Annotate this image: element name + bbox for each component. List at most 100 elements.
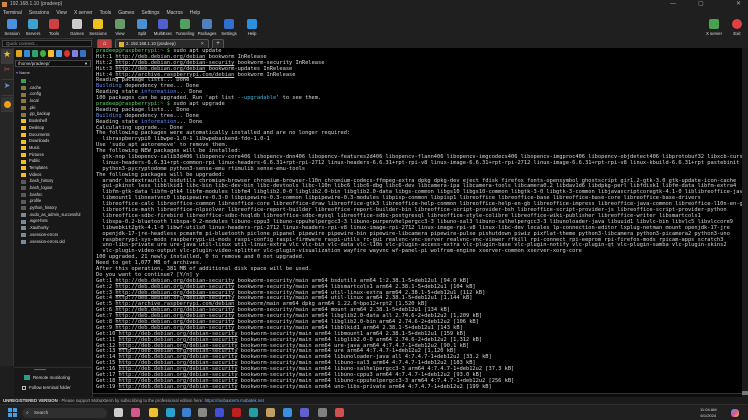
file-list-item[interactable]: .bashrc	[21, 192, 80, 199]
file-list-item[interactable]: .xsession-errors	[21, 232, 80, 239]
delete-icon[interactable]	[64, 50, 70, 57]
exit-button[interactable]: Exit	[726, 18, 748, 36]
app-pencil-taskbar-icon[interactable]	[283, 408, 292, 417]
file-list-item[interactable]: .cache	[21, 85, 80, 92]
file-list-item[interactable]: .bash_history	[21, 178, 80, 185]
file-list-item[interactable]: ..	[21, 78, 80, 85]
vertical-scrollbar[interactable]	[742, 48, 748, 397]
new-folder-icon[interactable]	[48, 50, 54, 57]
file-list-item[interactable]: .xsession-errors.old	[21, 239, 80, 246]
menu-sessions[interactable]: Sessions	[29, 9, 49, 17]
file-list-item[interactable]: .python_history	[21, 205, 80, 212]
store-taskbar-icon[interactable]	[182, 408, 191, 417]
taskbar-search[interactable]: ⌕ Search	[22, 408, 107, 418]
mobaxterm-taskbar-icon[interactable]	[318, 408, 327, 417]
games-icon	[72, 19, 82, 29]
file-name: .wget-hsts	[29, 218, 48, 224]
file-list-item[interactable]: .pp_backup	[21, 111, 80, 118]
file-list-item[interactable]: Desktop	[21, 125, 80, 132]
menu-x-server[interactable]: X server	[74, 9, 93, 17]
file-icon	[21, 186, 26, 191]
parent-folder-icon[interactable]	[16, 50, 22, 57]
file-list-item[interactable]: Templates	[21, 165, 80, 172]
start-button[interactable]	[8, 408, 17, 417]
file-list-item[interactable]: .bash_logout	[21, 185, 80, 192]
menu-help[interactable]: Help	[190, 9, 200, 17]
remote-monitoring-button[interactable]: Remote monitoring	[24, 375, 70, 380]
file-list-item[interactable]: .pki	[21, 105, 80, 112]
file-list-item[interactable]: .profile	[21, 198, 80, 205]
file-list-item[interactable]: .local	[21, 98, 80, 105]
tools-sidebar-tab[interactable]: ✂	[1, 65, 13, 80]
path-field[interactable]: /home/pradeep/ ▼	[15, 60, 91, 67]
macros-sidebar-tab[interactable]: ➤	[1, 81, 13, 96]
file-list-item[interactable]: .config	[21, 91, 80, 98]
upload-icon[interactable]	[32, 50, 38, 57]
follow-terminal-folder-checkbox[interactable]: Follow terminal folder	[22, 385, 71, 390]
home-tab[interactable]: ⌂	[97, 39, 112, 48]
quick-connect-input[interactable]: Quick connect...	[2, 40, 92, 47]
app-blue-taskbar-icon[interactable]	[215, 408, 224, 417]
menu-games[interactable]: Games	[118, 9, 134, 17]
window-title: 192.168.1.10 (pradeep)	[10, 1, 63, 7]
file-list-item[interactable]: Public	[21, 158, 80, 165]
file-name: Bookshelf	[29, 118, 47, 124]
file-list-item[interactable]: .sudo_as_admin_successful	[21, 212, 80, 219]
sessions-sidebar-tab[interactable]: ★	[1, 49, 13, 64]
file-list-item[interactable]: Music	[21, 145, 80, 152]
tab-close-icon[interactable]: ✕	[200, 40, 204, 48]
folder-icon	[21, 132, 26, 137]
menu-terminal[interactable]: Terminal	[3, 9, 22, 17]
mobaxterm-link[interactable]: https://mobaxterm.mobatek.net	[205, 398, 264, 403]
file-icon	[21, 233, 26, 238]
arduino-taskbar-icon[interactable]	[249, 408, 258, 417]
app-icon	[2, 2, 7, 7]
app-robot-taskbar-icon[interactable]	[266, 408, 275, 417]
sidebar-tabs: ★ ✂ ➤	[0, 48, 14, 366]
file-icon	[21, 219, 26, 224]
teams-taskbar-icon[interactable]	[131, 408, 140, 417]
file-icon	[21, 226, 26, 231]
refresh-icon[interactable]	[40, 50, 46, 57]
menu-tools[interactable]: Tools	[100, 9, 112, 17]
menu-macros[interactable]: Macros	[166, 9, 182, 17]
file-list-item[interactable]: Videos	[21, 172, 80, 179]
copilot-icon[interactable]	[731, 409, 739, 417]
system-clock[interactable]: 11:04 AM 6/1/2024	[700, 407, 717, 418]
app-extra-taskbar-icon[interactable]	[335, 408, 344, 417]
close-button[interactable]: ✕	[736, 0, 741, 9]
folder-icon	[21, 126, 26, 131]
terminal-text: bookworm-security/main arm64 uno-libs-pr…	[237, 383, 492, 390]
minimize-button[interactable]: —	[670, 0, 676, 9]
terminal-output[interactable]: pradeep@raspberrypi:~ $ sudo apt update H…	[93, 48, 742, 393]
tab-session-2[interactable]: 2. 192.168.1.10 (pradeep) ✕	[115, 39, 209, 48]
maximize-button[interactable]: ▢	[698, 0, 704, 9]
name-column-header[interactable]: ▾ Name	[16, 70, 30, 75]
new-tab-button[interactable]: +	[212, 39, 224, 48]
download-icon[interactable]	[24, 50, 30, 57]
mcafee-taskbar-icon[interactable]	[232, 408, 241, 417]
file-list-item[interactable]: .wget-hsts	[21, 218, 80, 225]
terminal-link[interactable]: http://deb.debian.org/debian-security	[119, 384, 238, 390]
file-list-item[interactable]: Documents	[21, 132, 80, 139]
file-explorer-taskbar-icon[interactable]	[149, 408, 158, 417]
file-list-item[interactable]: .Xauthority	[21, 225, 80, 232]
settings-taskbar-icon[interactable]	[198, 408, 207, 417]
file-name: .xsession-errors.old	[29, 238, 65, 244]
file-list-item[interactable]: Bookshelf	[21, 118, 80, 125]
task-view-taskbar-icon[interactable]	[114, 408, 123, 417]
file-list-item[interactable]: Pictures	[21, 152, 80, 159]
photos-taskbar-icon[interactable]	[300, 408, 309, 417]
file-list-item[interactable]: Downloads	[21, 138, 80, 145]
chevron-down-icon[interactable]: ▼	[84, 61, 88, 67]
sftp-sidebar-tab[interactable]	[1, 97, 13, 112]
edge-taskbar-icon[interactable]	[166, 408, 175, 417]
rename-icon[interactable]	[72, 50, 78, 57]
new-file-icon[interactable]	[56, 50, 62, 57]
file-name: .profile	[29, 198, 42, 204]
help-button[interactable]: Help	[241, 18, 263, 36]
file-icon	[21, 239, 26, 244]
menu-view[interactable]: View	[56, 9, 67, 17]
menu-settings[interactable]: Settings	[141, 9, 159, 17]
bookmark-icon[interactable]	[80, 50, 86, 57]
